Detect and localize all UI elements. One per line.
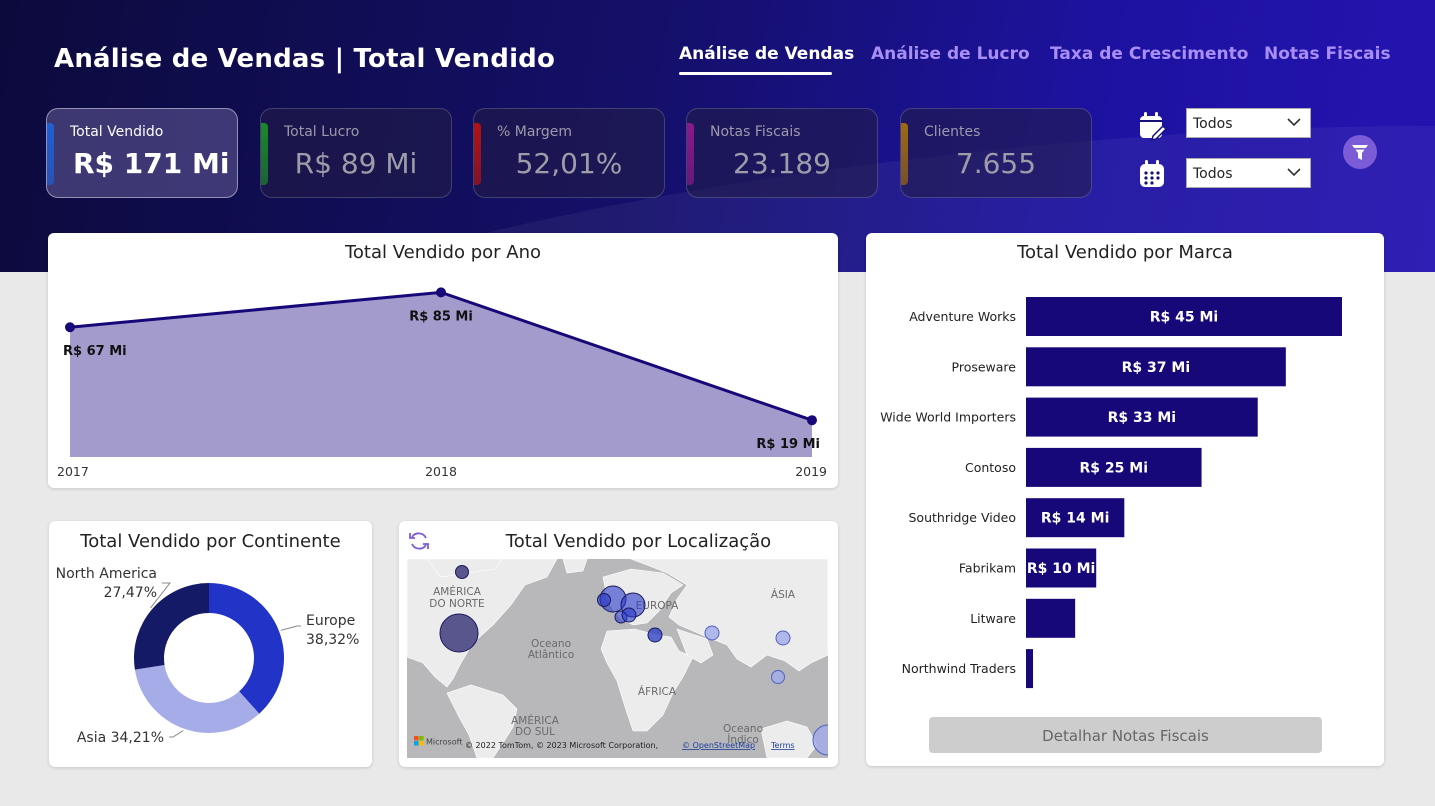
leader-line [169, 730, 184, 738]
data-label: R$ 25 Mi [1080, 460, 1148, 476]
chevron-down-icon [1287, 168, 1301, 177]
kpi-clientes[interactable]: Clientes 7.655 [900, 108, 1092, 198]
map-label-africa: ÁFRICA [638, 685, 677, 698]
donut-slice[interactable] [209, 583, 285, 714]
bar[interactable] [1026, 598, 1076, 638]
legend-label: North America [56, 566, 157, 582]
filter-icon [1352, 145, 1368, 160]
x-tick-label: 2019 [795, 464, 827, 479]
category-label: Contoso [965, 460, 1016, 475]
bar[interactable] [1026, 649, 1034, 689]
leader-line [280, 625, 301, 631]
nav-notas-fiscais[interactable]: Notas Fiscais [1264, 44, 1391, 64]
donut-slice[interactable] [134, 664, 260, 733]
continent-chart-card: Total Vendido por Continente Europe 38,32… [49, 521, 372, 767]
legend-label: Europe [306, 613, 355, 629]
calendar-edit-icon [1140, 112, 1166, 141]
continent-donut-chart: Europe 38,32% Asia 34,21% North America 27,4… [56, 566, 360, 746]
map-bubble[interactable] [455, 565, 469, 579]
category-label: Proseware [952, 359, 1017, 374]
map-bubble[interactable] [704, 625, 720, 641]
map-label-north-america: DO NORTE [429, 598, 484, 610]
category-label: Adventure Works [909, 309, 1016, 324]
kpi-label: Total Vendido [70, 124, 164, 140]
data-label: R$ 45 Mi [1150, 310, 1218, 326]
legend-value: 27,47% [104, 585, 157, 601]
data-point[interactable] [807, 415, 817, 426]
osm-link[interactable]: © OpenStreetMap [682, 741, 755, 750]
page-title: Análise de Vendas | Total Vendido [54, 44, 556, 74]
kpi-label: Notas Fiscais [710, 124, 801, 140]
kpi-total-lucro[interactable]: Total Lucro R$ 89 Mi [260, 108, 452, 198]
category-label: Southridge Video [909, 510, 1017, 525]
map-label-south-america: DO SUL [515, 726, 555, 738]
nav-analise-lucro[interactable]: Análise de Lucro [871, 44, 1030, 64]
kpi-value: 52,01% [515, 147, 623, 180]
map-bubble[interactable] [621, 607, 637, 623]
world-map[interactable]: AMÉRICA DO NORTE Oceano Atlântico EUROPA… [407, 559, 828, 758]
data-label: R$ 37 Mi [1122, 360, 1190, 376]
year-area-chart: R$ 67 Mi 2017 R$ 85 Mi 2018 R$ 19 Mi 2019 [57, 287, 827, 479]
x-tick-label: 2017 [57, 464, 89, 479]
nav-taxa-crescimento[interactable]: Taxa de Crescimento [1050, 44, 1248, 64]
map-attribution: © 2022 TomTom, © 2023 Microsoft Corporat… [465, 741, 658, 750]
kpi-margem[interactable]: % Margem 52,01% [473, 108, 665, 198]
kpi-value: R$ 171 Mi [73, 147, 230, 180]
data-point[interactable] [436, 287, 446, 298]
kpi-total-vendido[interactable]: Total Vendido R$ 171 Mi [46, 108, 238, 198]
kpi-label: Total Lucro [284, 124, 360, 140]
kpi-value: 23.189 [733, 147, 831, 180]
data-label: R$ 10 Mi [1027, 561, 1095, 577]
chevron-down-icon [1287, 118, 1301, 127]
map-bubble[interactable] [771, 670, 785, 684]
data-label: R$ 85 Mi [409, 309, 473, 324]
year-slicer-dropdown[interactable]: Todos [1186, 108, 1311, 138]
dropdown-value: Todos [1193, 166, 1233, 182]
legend-label: Asia 34,21% [77, 730, 164, 746]
map-label-asia: ÁSIA [771, 588, 796, 601]
brand-bar-chart: Adventure Works R$ 45 Mi Proseware R$ 37 Mi… [880, 297, 1342, 689]
refresh-icon[interactable] [407, 529, 431, 553]
map-chart-title: Total Vendido por Localização [505, 531, 772, 552]
clear-filters-button[interactable] [1343, 135, 1377, 169]
category-label: Litware [970, 611, 1016, 626]
nav-active-underline [679, 72, 832, 75]
month-slicer-dropdown[interactable]: Todos [1186, 158, 1311, 188]
microsoft-logo: Microsoft [414, 736, 462, 747]
category-label: Fabrikam [959, 561, 1016, 576]
kpi-label: Clientes [924, 124, 981, 140]
data-label: R$ 19 Mi [756, 437, 820, 452]
kpi-value: R$ 89 Mi [294, 147, 418, 180]
data-label: R$ 67 Mi [63, 344, 127, 359]
map-chart-card: Total Vendido por Localização AMÉRICA DO… [399, 521, 838, 767]
map-bubble[interactable] [647, 627, 663, 643]
x-tick-label: 2018 [425, 464, 457, 479]
map-bubble[interactable] [775, 630, 791, 646]
microsoft-logo-text: Microsoft [426, 738, 462, 747]
year-chart-card: Total Vendido por Ano R$ 67 Mi 2017 R$ 85 … [48, 233, 838, 488]
brand-chart-card: Total Vendido por Marca Adventure Works R… [866, 233, 1384, 766]
legend-value: 38,32% [306, 632, 359, 648]
kpi-notas-fiscais[interactable]: Notas Fiscais 23.189 [686, 108, 878, 198]
terms-link[interactable]: Terms [770, 741, 795, 750]
map-label-north-america: AMÉRICA [433, 585, 482, 598]
category-label: Wide World Importers [880, 410, 1016, 425]
kpi-label: % Margem [497, 124, 573, 140]
map-label-atlantic: Atlântico [528, 649, 574, 661]
map-bubble[interactable] [597, 593, 611, 607]
nav-analise-vendas[interactable]: Análise de Vendas [679, 44, 854, 64]
data-label: R$ 14 Mi [1041, 511, 1109, 527]
data-point[interactable] [65, 322, 75, 333]
calendar-grid-icon [1140, 160, 1164, 187]
data-label: R$ 33 Mi [1108, 410, 1176, 426]
category-label: Northwind Traders [902, 661, 1016, 676]
map-bubble[interactable] [439, 613, 479, 653]
detail-invoices-button[interactable]: Detalhar Notas Fiscais [929, 717, 1322, 753]
kpi-color-bar [47, 123, 54, 185]
dropdown-value: Todos [1193, 116, 1233, 132]
kpi-value: 7.655 [955, 147, 1037, 180]
